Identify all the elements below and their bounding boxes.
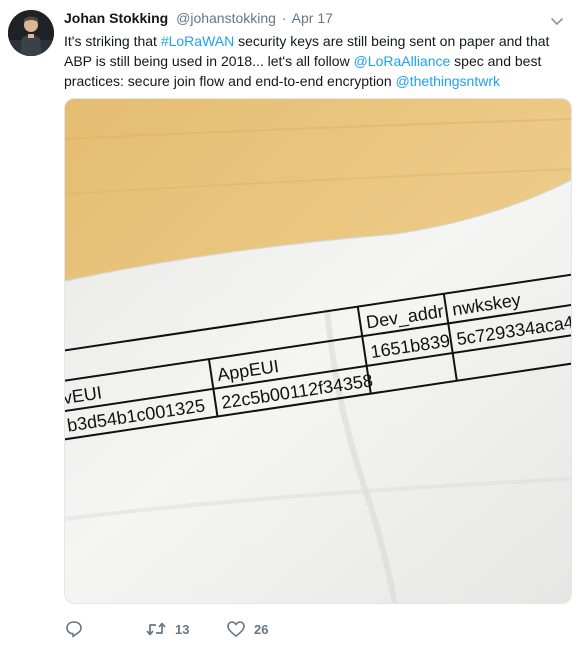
tweet-photo[interactable]: vEUI AppEUI Dev_addr nwkskey b3d54b1c001… (64, 98, 572, 604)
avatar[interactable] (8, 10, 54, 56)
avatar-image (8, 10, 54, 56)
retweet-icon (146, 622, 166, 636)
photo-image: vEUI AppEUI Dev_addr nwkskey b3d54b1c001… (65, 99, 571, 603)
retweet-count: 13 (175, 621, 190, 637)
separator-dot: · (281, 10, 287, 26)
like-button[interactable]: 26 (226, 618, 268, 640)
author-handle[interactable]: @johanstokking (176, 10, 276, 26)
hashtag-link[interactable]: #LoRaWAN (161, 33, 234, 49)
author-name[interactable]: Johan Stokking (64, 10, 168, 26)
reply-button[interactable] (64, 618, 84, 640)
tweet-actions: 13 26 (64, 618, 464, 640)
mention-link[interactable]: @LoRaAlliance (354, 53, 451, 69)
retweet-button[interactable]: 13 (145, 618, 189, 640)
heart-icon (227, 621, 245, 637)
text-plain: It's striking that (64, 33, 161, 49)
mention-link[interactable]: @thethingsntwrk (396, 73, 500, 89)
tweet-date[interactable]: Apr 17 (292, 10, 333, 26)
tweet-header: Johan Stokking @johanstokking · Apr 17 (64, 10, 538, 30)
reply-icon (66, 621, 82, 638)
chevron-down-icon[interactable] (548, 12, 566, 30)
tweet-text: It's striking that #LoRaWAN security key… (64, 31, 560, 91)
like-count: 26 (254, 621, 269, 637)
tweet: Johan Stokking @johanstokking · Apr 17 I… (0, 0, 578, 647)
